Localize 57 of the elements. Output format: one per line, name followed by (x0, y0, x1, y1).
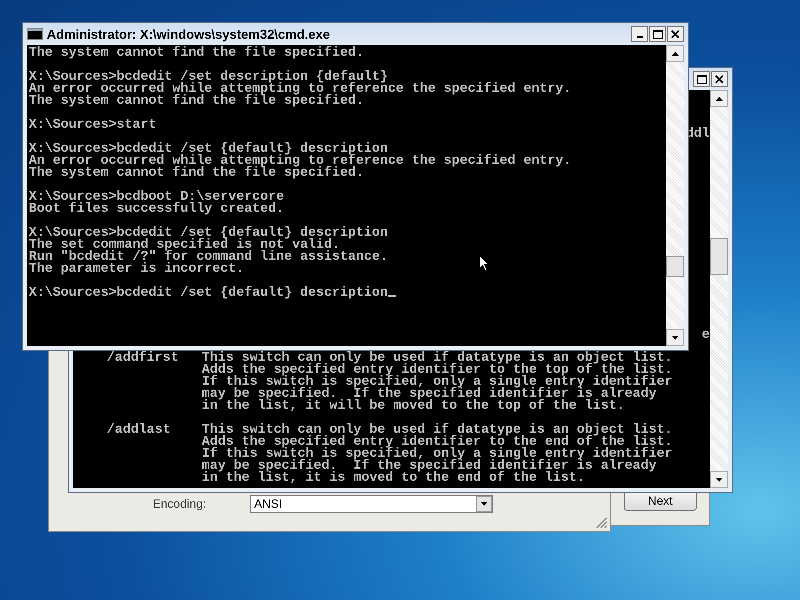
scroll-thumb[interactable] (666, 256, 684, 277)
switch-name: /addfirst (107, 352, 180, 367)
switch-name: /addlast (107, 424, 172, 439)
console-text-line: An error occurred while attempting to reference the specified entry. (29, 155, 572, 167)
help-text-line: Adds the specified entry identifier to the top of the list. (202, 364, 673, 376)
scrollbar[interactable] (710, 90, 728, 488)
mouse-pointer-icon (479, 255, 490, 272)
scroll-up-button[interactable] (666, 45, 684, 62)
down-arrow-icon (716, 478, 722, 482)
console-text-line: X:\Sources>bcdedit /set {default} description (29, 287, 396, 299)
console-text-line: The parameter is incorrect. (29, 263, 244, 275)
encoding-dropdown[interactable]: ANSI (250, 495, 494, 513)
window-title: Administrator: X:\windows\system32\cmd.exe (47, 26, 332, 42)
encoding-label: Encoding: (153, 497, 206, 511)
close-icon (715, 74, 724, 84)
help-text-line: This switch can only be used if datatype is an object list. (202, 352, 673, 364)
down-arrow-icon (480, 502, 488, 506)
help-text-line: Adds the specified entry identifier to the end of the list. (202, 436, 673, 448)
console-text-line: The system cannot find the file specified. (29, 167, 364, 179)
scroll-up-button[interactable] (710, 90, 728, 107)
help-text-line: in the list, it will be moved to the top of the list. (202, 400, 625, 412)
console-text: e (702, 329, 710, 341)
maximize-icon (652, 30, 662, 38)
down-arrow-icon (672, 336, 678, 340)
close-icon (671, 30, 680, 38)
scroll-down-button[interactable] (710, 471, 728, 488)
help-text-line: in the list, it is moved to the end of the list. (202, 472, 586, 484)
up-arrow-icon (672, 52, 678, 56)
up-arrow-icon (716, 96, 722, 100)
console-text-line: Boot files successfully created. (29, 203, 284, 215)
minimize-button[interactable] (631, 26, 648, 42)
console-text-line: An error occurred while attempting to reference the specified entry. (29, 83, 572, 95)
console-text-line: The system cannot find the file specified. (29, 95, 364, 107)
text-cursor (388, 295, 396, 297)
close-button[interactable] (667, 26, 684, 42)
console-text-line: The set command specified is not valid. (29, 239, 340, 251)
scrollbar[interactable] (666, 45, 684, 346)
console-text-line: X:\Sources>bcdboot D:\servercore (29, 191, 284, 203)
help-text-line: may be specified. If the specified identifier is already (202, 460, 657, 472)
resize-grip-icon (596, 517, 608, 529)
scroll-down-button[interactable] (666, 329, 684, 346)
console-text-line: X:\Sources>start (29, 119, 157, 131)
close-button[interactable] (711, 71, 728, 87)
console-text-line: X:\Sources>bcdedit /set {default} description (29, 143, 388, 155)
console-text-line: Run "bcdedit /?" for command line assistance. (29, 251, 388, 263)
console-text-line: X:\Sources>bcdedit /set description {default} (29, 71, 388, 83)
help-text-line: If this switch is specified, only a single entry identifier (202, 448, 673, 460)
console-app-icon (27, 28, 43, 40)
maximize-icon (696, 74, 706, 84)
maximize-button[interactable] (693, 71, 710, 87)
maximize-button[interactable] (649, 26, 666, 42)
console-text-line: X:\Sources>bcdedit /set {default} description (29, 227, 388, 239)
scroll-thumb[interactable] (710, 238, 728, 275)
help-text-line: may be specified. If the specified identifier is already (202, 388, 657, 400)
help-text-line: This switch can only be used if datatype is an object list. (202, 424, 673, 436)
console-text-line: The system cannot find the file specified. (29, 47, 364, 59)
help-text-line: If this switch is specified, only a single entry identifier (202, 376, 673, 388)
